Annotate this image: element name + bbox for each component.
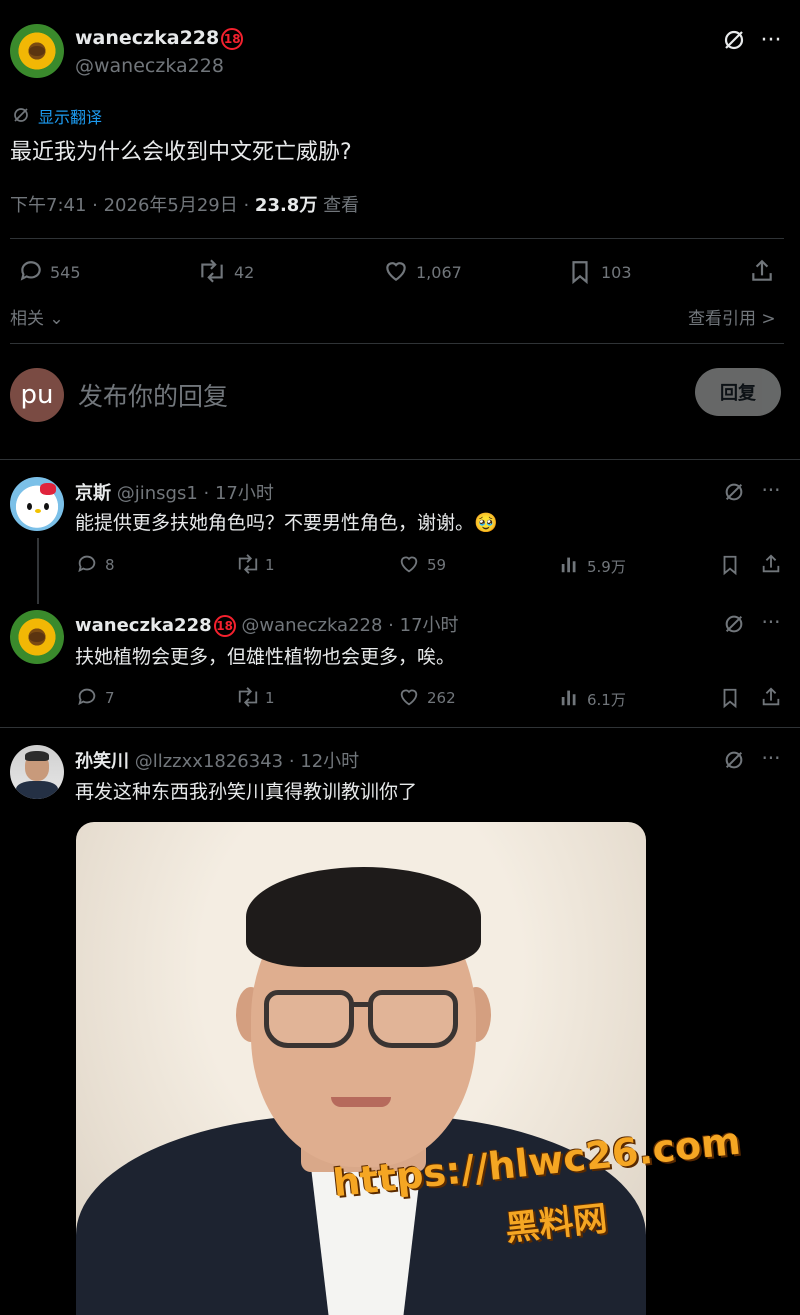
reply-header: waneczka228 18 @waneczka228 · 17小时 [75,611,459,637]
bookmark-icon[interactable] [719,553,741,577]
divider [10,343,784,344]
grok-icon[interactable] [722,28,746,52]
views-icon[interactable] [559,553,581,575]
like-count: 59 [427,556,447,574]
reply-count: 545 [50,263,81,282]
bookmark-icon[interactable] [719,686,741,710]
repost-count: 42 [234,263,255,282]
reply-text: 再发这种东西我孙笑川真得教训教训你了 [75,781,418,803]
more-options-icon[interactable]: ··· [758,28,784,53]
post-views-label: 查看 [317,195,360,216]
translate-link[interactable]: 显示翻译 [38,104,102,128]
reply-text: 能提供更多扶她角色吗？不要男性角色，谢谢。🥹 [75,512,498,534]
reply-handle[interactable]: @waneczka228 · 17小时 [241,615,458,636]
user-avatar[interactable]: pu [10,368,64,422]
repost-count: 1 [265,556,275,574]
reply-text: 扶她植物会更多，但雄性植物也会更多，唉。 [75,646,456,668]
age-badge: 18 [213,615,236,637]
related-dropdown[interactable]: 相关 ⌄ [10,304,64,329]
views-count: 6.1万 [587,691,626,709]
divider [0,459,800,460]
repost-icon[interactable] [197,258,227,284]
author-handle[interactable]: @waneczka228 [75,55,224,77]
reply-icon[interactable] [76,553,98,575]
reply-name[interactable]: 孙笑川 [75,751,129,772]
more-options-icon[interactable]: ··· [758,478,784,502]
reply-icon[interactable] [18,258,44,284]
bookmark-count: 103 [601,263,632,282]
repost-icon[interactable] [235,553,261,575]
post-meta: 下午7:41 · 2026年5月29日 · 23.8万 查看 [10,191,359,217]
reply-header: 孙笑川 @llzzxx1826343 · 12小时 [75,747,359,773]
reply-header: 京斯 @jinsgs1 · 17小时 [75,479,274,505]
grok-icon[interactable] [723,613,745,635]
like-icon[interactable] [397,686,421,708]
repost-icon[interactable] [235,686,261,708]
reply-avatar-man[interactable] [10,745,64,799]
repost-count: 1 [265,689,275,707]
reply-handle[interactable]: @jinsgs1 · 17小时 [117,483,274,504]
chevron-down-icon: ⌄ [44,309,64,329]
author-avatar[interactable] [10,24,64,78]
share-icon[interactable] [760,552,782,576]
share-icon[interactable] [760,685,782,709]
grok-icon[interactable] [723,749,745,771]
divider [0,727,800,728]
reply-avatar-sunflower[interactable] [10,610,64,664]
reply-button[interactable]: 回复 [695,368,781,416]
post-text: 最近我为什么会收到中文死亡威胁? [10,140,352,165]
like-icon[interactable] [382,258,410,284]
bookmark-icon[interactable] [567,258,593,286]
views-count: 5.9万 [587,558,626,576]
grok-icon[interactable] [723,481,745,503]
post-time[interactable]: 下午7:41 · 2026年5月29日 · [10,195,255,216]
like-count: 1,067 [416,263,462,282]
reply-name[interactable]: waneczka228 [75,615,212,636]
reply-name[interactable]: 京斯 [75,483,111,504]
reply-count: 8 [105,556,115,574]
reply-icon[interactable] [76,686,98,708]
like-icon[interactable] [397,553,421,575]
author-display-name[interactable]: waneczka228 [75,27,219,49]
age-badge: 18 [221,27,244,50]
reply-input[interactable]: 发布你的回复 [78,377,228,413]
translate-icon [12,106,30,124]
share-icon[interactable] [749,257,775,285]
thread-line [37,538,39,604]
post-views: 23.8万 [254,195,318,216]
related-label: 相关 [10,309,44,329]
view-quotes-link[interactable]: 查看引用 > [688,304,776,329]
more-options-icon[interactable]: ··· [758,610,784,634]
more-options-icon[interactable]: ··· [758,746,784,770]
author-display-name-row[interactable]: waneczka228 18 [75,27,244,50]
views-icon[interactable] [559,686,581,708]
reply-avatar-kitty[interactable] [10,477,64,531]
like-count: 262 [427,689,456,707]
reply-count: 7 [105,689,115,707]
reply-handle[interactable]: @llzzxx1826343 · 12小时 [135,751,359,772]
divider [10,238,784,239]
